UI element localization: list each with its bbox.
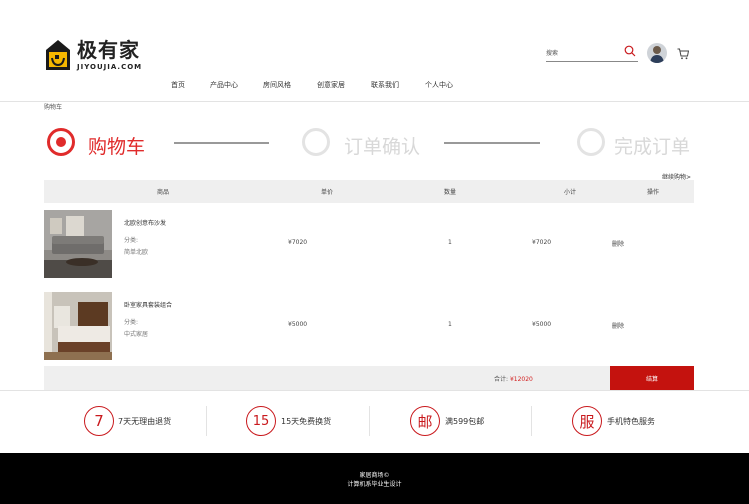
header-quantity: 数量 [444, 189, 457, 196]
total-label: 合计: [494, 376, 509, 383]
footer: 家居商场© 计算机系毕业生设计 [0, 453, 749, 504]
logo-house-icon [46, 40, 70, 70]
breadcrumb: 购物车 [44, 104, 63, 111]
category-value: 简单北欧 [124, 249, 149, 256]
main-nav: 首页 产品中心 房间风格 创意家居 联系我们 个人中心 [0, 80, 749, 94]
feature-exchange: 15 15天免费换货 [246, 406, 331, 436]
nav-item-user-center[interactable]: 个人中心 [425, 80, 453, 90]
delete-button[interactable]: 删除 [612, 239, 624, 248]
category-label: 分类: [124, 319, 139, 326]
checkout-steps: 购物车 订单确认 完成订单 [0, 124, 749, 160]
nav-item-room-style[interactable]: 房间风格 [263, 80, 291, 90]
header-product: 商品 [157, 189, 170, 196]
feature-text: 7天无理由退货 [118, 416, 172, 426]
header-subtotal: 小计 [564, 189, 577, 196]
features-divider [0, 390, 749, 391]
step-1-label: 购物车 [88, 136, 146, 158]
search-box [546, 40, 638, 63]
feature-text: 15天免费换货 [281, 416, 332, 426]
logo[interactable]: 极有家 JIYOUJIA.COM [44, 38, 142, 72]
feature-separator [531, 406, 532, 436]
unit-price: ¥7020 [288, 239, 308, 246]
product-image-sofa[interactable] [44, 210, 112, 278]
step-2-label: 订单确认 [344, 136, 421, 158]
nav-item-creative-home[interactable]: 创意家居 [317, 80, 345, 90]
cart-table-header: 商品 单价 数量 小计 操作 [44, 180, 694, 203]
product-category: 分类: 中式家居 [124, 317, 148, 341]
subtotal: ¥5000 [532, 321, 552, 328]
product-name[interactable]: 北欧创意布沙发 [124, 218, 166, 227]
delete-button[interactable]: 删除 [612, 321, 624, 330]
table-row: 卧室家具套装组合 分类: 中式家居 ¥5000 1 ¥5000 删除 [44, 292, 694, 360]
step-3-icon [577, 128, 605, 156]
step-2-icon [302, 128, 330, 156]
cart-total: 合计: ¥12020 [494, 374, 533, 383]
table-row: 北欧创意布沙发 分类: 简单北欧 ¥7020 1 ¥7020 删除 [44, 210, 694, 278]
sofa-image [44, 210, 112, 278]
footer-copyright: 家居商场© [359, 472, 390, 479]
service-icon: 服 [572, 406, 602, 436]
step-3-label: 完成订单 [614, 136, 691, 158]
user-avatar[interactable] [647, 43, 667, 63]
feature-separator [206, 406, 207, 436]
return-7-icon: 7 [84, 406, 114, 436]
avatar-person-icon [650, 46, 664, 63]
product-image-bed[interactable] [44, 292, 112, 360]
logo-text-cn: 极有家 [77, 38, 140, 62]
nav-item-home[interactable]: 首页 [171, 80, 185, 90]
product-name[interactable]: 卧室家具套装组合 [124, 300, 172, 309]
feature-service: 服 手机特色服务 [572, 406, 655, 436]
search-icon[interactable] [624, 45, 636, 57]
step-1-active-icon [47, 128, 75, 156]
exchange-15-icon: 15 [246, 406, 276, 436]
feature-return: 7 7天无理由退货 [84, 406, 171, 436]
header-action: 操作 [647, 189, 660, 196]
subtotal: ¥7020 [532, 239, 552, 246]
quantity: 1 [448, 321, 452, 328]
feature-separator [369, 406, 370, 436]
category-value: 中式家居 [124, 331, 149, 338]
feature-text: 手机特色服务 [607, 416, 655, 426]
unit-price: ¥5000 [288, 321, 308, 328]
bed-image [44, 292, 112, 360]
footer-credit: 计算机系毕业生设计 [347, 481, 402, 488]
checkout-button[interactable]: 结算 [610, 366, 694, 390]
category-label: 分类: [124, 237, 139, 244]
cart-icon[interactable] [677, 48, 689, 60]
search-input[interactable] [546, 44, 616, 63]
quantity: 1 [448, 239, 452, 246]
logo-text-en: JIYOUJIA.COM [77, 63, 143, 71]
step-connector-1 [174, 142, 269, 144]
header-divider [0, 101, 749, 102]
product-category: 分类: 简单北欧 [124, 235, 148, 259]
step-connector-2 [444, 142, 540, 144]
total-amount: ¥12020 [509, 376, 533, 383]
feature-shipping: 邮 满599包邮 [410, 406, 484, 436]
feature-text: 满599包邮 [445, 416, 485, 426]
header-unit-price: 单价 [321, 189, 334, 196]
nav-item-products[interactable]: 产品中心 [210, 80, 238, 90]
nav-item-contact[interactable]: 联系我们 [371, 80, 399, 90]
mail-icon: 邮 [410, 406, 440, 436]
cart-total-bar: 合计: ¥12020 结算 [44, 366, 694, 390]
